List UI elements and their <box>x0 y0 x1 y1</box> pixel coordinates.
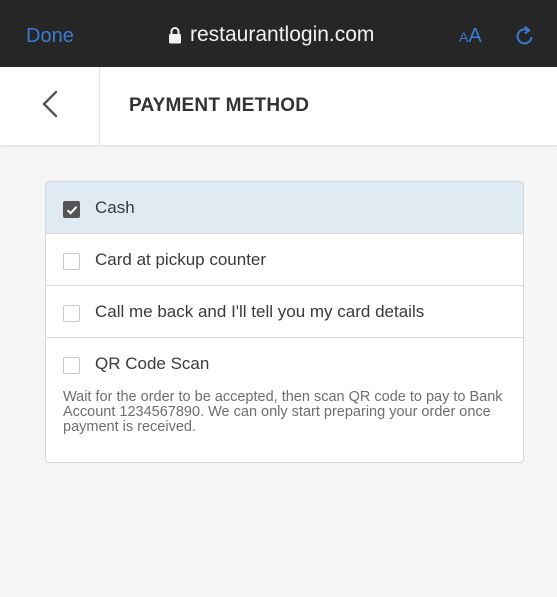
payment-option-call-back[interactable]: Call me back and I'll tell you my card d… <box>46 286 523 338</box>
checkbox-call-back[interactable] <box>63 305 80 322</box>
back-button[interactable] <box>0 67 100 146</box>
browser-toolbar: Done restaurantlogin.com AA <box>0 0 557 67</box>
payment-options-list: Cash Card at pickup counter Call me back… <box>45 181 524 463</box>
address-bar[interactable]: restaurantlogin.com <box>168 21 374 49</box>
payment-option-card-pickup[interactable]: Card at pickup counter <box>46 234 523 286</box>
lock-icon <box>168 26 182 44</box>
payment-option-cash[interactable]: Cash <box>46 182 523 234</box>
text-size-small: A <box>459 29 469 45</box>
checkbox-card-pickup[interactable] <box>63 253 80 270</box>
checkmark-icon <box>66 206 78 215</box>
done-button[interactable]: Done <box>26 22 74 50</box>
checkbox-qr[interactable] <box>63 357 80 374</box>
page-header: PAYMENT METHOD <box>0 67 557 146</box>
url-text: restaurantlogin.com <box>190 23 375 46</box>
payment-option-qr[interactable]: QR Code Scan Wait for the order to be ac… <box>46 338 523 462</box>
payment-option-label: Card at pickup counter <box>95 250 267 269</box>
qr-payment-note: Wait for the order to be accepted, then … <box>63 389 503 435</box>
payment-option-label: Call me back and I'll tell you my card d… <box>95 302 425 321</box>
page-title: PAYMENT METHOD <box>129 95 310 116</box>
text-size-big: A <box>468 25 482 47</box>
reload-icon[interactable] <box>512 23 538 49</box>
payment-option-label: Cash <box>95 198 135 217</box>
chevron-left-icon <box>40 89 60 124</box>
checkbox-cash[interactable] <box>63 201 80 218</box>
text-size-button[interactable]: AA <box>459 22 482 52</box>
payment-option-label: QR Code Scan <box>95 354 210 373</box>
